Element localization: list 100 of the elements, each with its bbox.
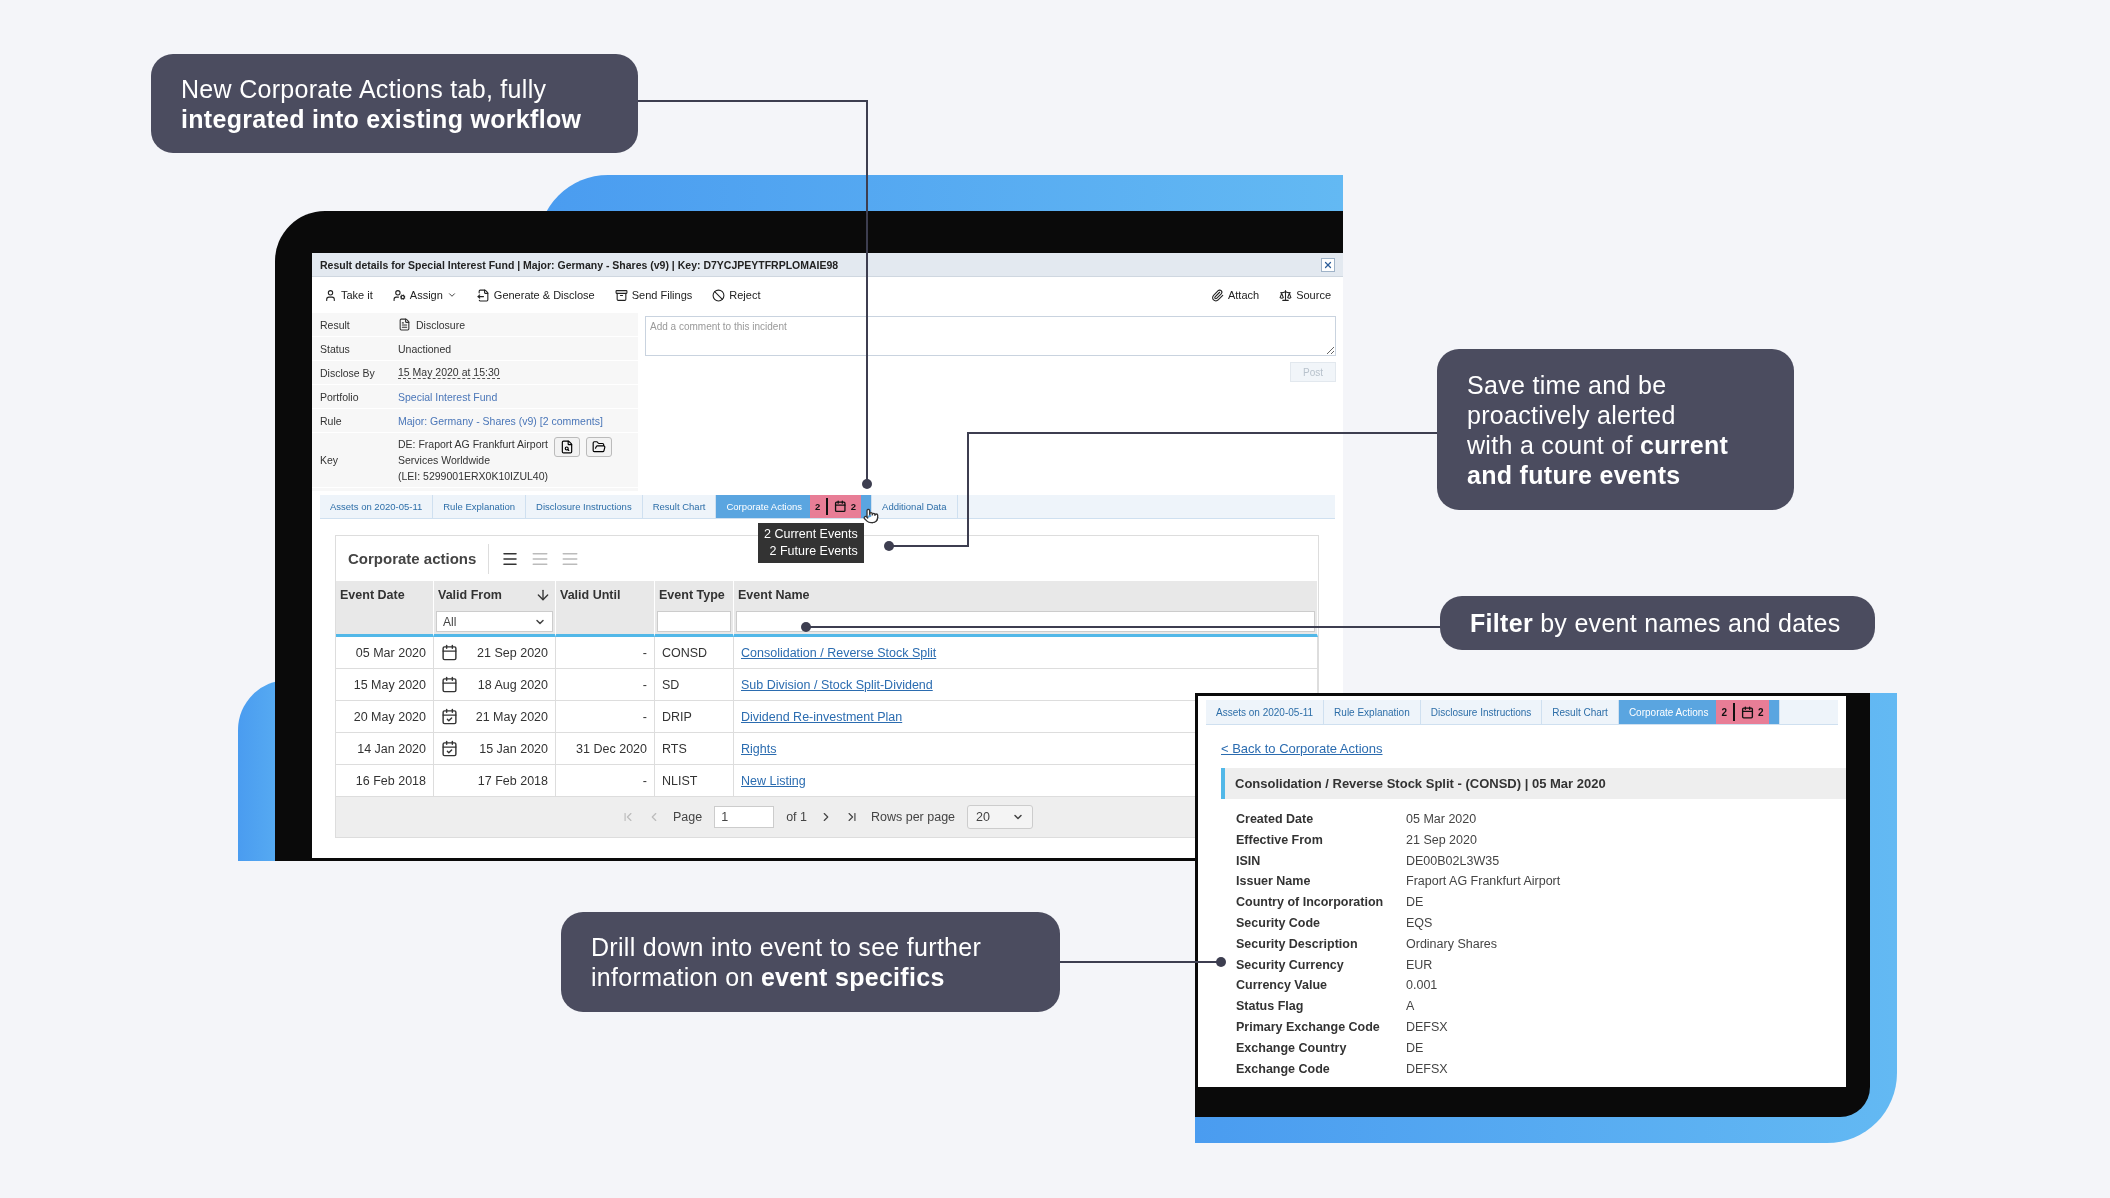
toolbar-button[interactable]: Source	[1277, 286, 1333, 304]
column-header[interactable]: Valid Until	[556, 581, 655, 609]
table-cell: 15 Jan 2020	[479, 741, 548, 756]
date-value[interactable]: 15 May 2020 at 15:30	[398, 366, 500, 379]
field-label: Created Date	[1236, 811, 1315, 828]
comments-link[interactable]: [2 comments]	[539, 414, 603, 427]
field-label: Security Description	[1236, 935, 1359, 953]
scales-icon	[1279, 288, 1293, 302]
field-value: DE	[1406, 894, 1425, 912]
field-label: Status	[320, 342, 351, 355]
toolbar-button[interactable]: Reject	[710, 286, 763, 304]
tab[interactable]: Corporate Actions 2 2	[1618, 700, 1780, 724]
field-value: DEFSX	[1406, 1018, 1449, 1036]
window-title: Result details for Special Interest Fund | Major: Germany - Shares (v9) | Key: D7YCJPEYTFRPLOMAIE98	[320, 258, 839, 271]
field-value: DEFSX	[1406, 1060, 1449, 1078]
field-value: 0.001	[1406, 977, 1439, 995]
field-value: DE	[1406, 1039, 1425, 1057]
key-text: (LEI: 5299001ERX0K10IZUL40)	[398, 469, 548, 484]
rule-link[interactable]: Major: Germany - Shares (v9)	[398, 414, 537, 427]
field-label: Country of Incorporation	[1236, 894, 1385, 912]
archive-icon	[614, 288, 628, 302]
table-cell: 17 Feb 2018	[477, 773, 548, 788]
table-cell: 18 Aug 2020	[477, 677, 548, 692]
toolbar-button[interactable]: Generate & Disclose	[474, 286, 597, 304]
column-header[interactable]: Event Date	[336, 581, 434, 609]
field-value: DE00B02L3W35	[1406, 852, 1501, 870]
field-label: Rule	[320, 414, 343, 427]
event-link[interactable]: Consolidation / Reverse Stock Split	[741, 645, 937, 660]
table-cell: DRIP	[655, 701, 734, 733]
table-cell: CONSD	[655, 637, 734, 669]
toolbar-button[interactable]: Send Filings	[612, 286, 695, 304]
table-cell: -	[556, 669, 655, 701]
toolbar-button[interactable]: Assign	[390, 286, 459, 304]
event-count-badge: 2 2	[809, 495, 862, 518]
table-cell: 14 Jan 2020	[336, 733, 434, 765]
field-value: EQS	[1406, 915, 1434, 932]
last-page-icon[interactable]	[845, 810, 859, 824]
page-field[interactable]: 1	[714, 806, 775, 828]
caret-icon	[446, 290, 457, 300]
field-value: A	[1406, 998, 1416, 1016]
event-link[interactable]: New Listing	[741, 773, 806, 788]
column-header[interactable]: Event Name	[734, 581, 1318, 609]
event-count-badge: 2 2	[1716, 700, 1769, 724]
comment-field[interactable]: Add a comment to this incident	[645, 316, 1336, 356]
column-header[interactable]: Valid From	[434, 581, 556, 609]
field-value: 05 Mar 2020	[1406, 811, 1478, 828]
page-count: of 1	[786, 810, 807, 824]
field-label: Currency Value	[1236, 977, 1328, 995]
folder-icon	[592, 440, 606, 454]
filter-field[interactable]	[657, 611, 731, 632]
panel-title: Corporate actions	[348, 543, 490, 574]
back-link[interactable]: < Back to Corporate Actions	[1221, 741, 1383, 756]
toolbar-button[interactable]: Take it	[322, 286, 375, 304]
event-link[interactable]: Rights	[741, 741, 777, 756]
close-button[interactable]	[1321, 257, 1335, 272]
table-cell: 15 May 2020	[336, 669, 434, 701]
field-label: Primary Exchange Code	[1236, 1018, 1381, 1036]
rows-per-page-dropdown[interactable]: 20	[967, 805, 1034, 829]
filter-field[interactable]	[736, 611, 1315, 632]
tab[interactable]: Corporate Actions 2 2	[716, 495, 873, 518]
column-header[interactable]: Event Type	[655, 581, 734, 609]
close-icon	[1323, 259, 1333, 270]
table-cell: 21 Sep 2020	[477, 645, 548, 660]
calendar-icon	[834, 500, 847, 513]
field-label: Status Flag	[1236, 998, 1305, 1016]
field-label: Disclose By	[320, 366, 376, 379]
search-document-button[interactable]	[554, 437, 580, 457]
field-label: Issuer Name	[1236, 873, 1312, 891]
callout: Drill down into event to see further information on event specifics	[561, 912, 1060, 1012]
callout: New Corporate Actions tab, fully integrated into existing workflow	[151, 54, 638, 153]
event-link[interactable]: Dividend Re-investment Plan	[741, 709, 903, 724]
callout: Filter by event names and dates	[1440, 596, 1875, 650]
field-label: ISIN	[1236, 852, 1262, 870]
portfolio-link[interactable]: Special Interest Fund	[398, 390, 498, 403]
table-cell: RTS	[655, 733, 734, 765]
field-value: Fraport AG Frankfurt Airport	[1406, 873, 1562, 891]
field-value: Unactioned	[398, 342, 452, 355]
event-count-tooltip: 2 Current Events 2 Future Events	[758, 523, 864, 563]
paperclip-icon	[1210, 288, 1224, 302]
table-cell: 20 May 2020	[336, 701, 434, 733]
prohibited-icon	[712, 288, 726, 302]
table-cell: 05 Mar 2020	[336, 637, 434, 669]
table-cell: -	[556, 701, 655, 733]
filter-dropdown[interactable]: All	[436, 611, 553, 632]
key-text: Services Worldwide	[398, 453, 491, 468]
key-text: DE: Fraport AG Frankfurt Airport	[398, 437, 548, 452]
toolbar-button[interactable]: Attach	[1208, 286, 1262, 304]
sort-arrow-icon[interactable]	[535, 587, 551, 603]
event-link[interactable]: Sub Division / Stock Split-Dividend	[741, 677, 933, 692]
document-arrow-icon	[476, 288, 490, 302]
field-label: Result	[320, 318, 351, 331]
field-label: Exchange Country	[1236, 1039, 1348, 1057]
folder-button[interactable]	[586, 437, 612, 457]
table-cell: 31 Dec 2020	[556, 733, 655, 765]
field-label: Key	[320, 454, 340, 466]
field-label: Portfolio	[320, 390, 360, 403]
hand-cursor-icon	[863, 508, 879, 524]
field-value: Ordinary Shares	[1406, 935, 1498, 953]
page-label: Page	[672, 810, 703, 824]
field-label: Effective From	[1236, 831, 1324, 849]
